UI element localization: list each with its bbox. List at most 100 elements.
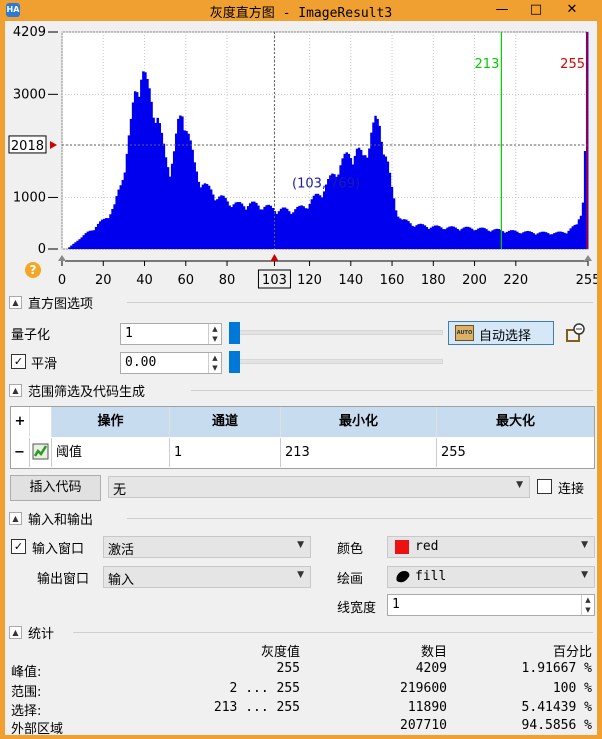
code-type-value: 无 (113, 483, 127, 498)
histogram-window: HA 灰度直方图 - ImageResult3 — □ ✕ 0 1000 3000 4… (0, 0, 602, 739)
auto-icon: AUTO (455, 325, 474, 341)
input-window-label: 输入窗口 (32, 542, 85, 557)
slider-thumb[interactable] (229, 322, 240, 344)
minimize-button[interactable]: — (486, 0, 518, 20)
stats-row-label: 外部区域 (11, 722, 64, 735)
section-io[interactable]: ▲ 输入和输出 (9, 510, 593, 528)
stats-row-count: 207710 (400, 718, 447, 733)
smooth-slider[interactable] (229, 351, 443, 373)
header-operation[interactable]: 操作 (52, 407, 170, 437)
cell-channel[interactable]: 1 (170, 438, 281, 467)
auto-select-label: 自动选择 (479, 329, 532, 344)
quantize-slider[interactable] (229, 322, 443, 344)
draw-value: fill (415, 569, 447, 584)
title-bar[interactable]: HA 灰度直方图 - ImageResult3 — □ ✕ (0, 0, 602, 21)
section-title: 范围筛选及代码生成 (28, 384, 146, 400)
slider-track (233, 359, 443, 364)
collapse-icon[interactable]: ▲ (9, 383, 22, 397)
x-tick-label: 220 (503, 273, 528, 288)
help-icon[interactable]: ? (25, 262, 41, 278)
threshold-label: 255 (560, 57, 585, 72)
stats-header-gray: 灰度值 (260, 645, 300, 660)
header-channel[interactable]: 通道 (170, 407, 281, 437)
line-width-spinbox[interactable]: 1 ▲ ▼ (387, 594, 595, 616)
color-select[interactable]: red ▼ (387, 536, 595, 558)
chevron-down-icon: ▼ (581, 570, 588, 580)
section-hist-options[interactable]: ▲ 直方图选项 (9, 294, 593, 312)
section-divider (191, 390, 593, 391)
remove-row-button[interactable]: − (11, 438, 30, 467)
y-marker-label: 2018 (11, 139, 44, 154)
cell-min[interactable]: 213 (281, 438, 437, 467)
profile-icon[interactable] (566, 321, 586, 343)
y-tick-label: 3000 (13, 87, 46, 102)
section-title: 输入和输出 (28, 512, 94, 528)
x-tick-label: 200 (462, 273, 487, 288)
insert-code-button[interactable]: 插入代码 (10, 475, 101, 501)
stats-row-percent: 5.41439 % (521, 700, 592, 715)
input-window-checkbox[interactable]: ✓ (11, 539, 26, 554)
section-title: 统计 (28, 626, 55, 642)
connect-checkbox[interactable] (537, 479, 552, 494)
threshold-label: 213 (475, 57, 500, 72)
chevron-down-icon: ▼ (297, 570, 304, 580)
draw-label: 绘画 (337, 572, 364, 587)
stats-row-percent: 100 % (552, 681, 592, 696)
color-label: 颜色 (337, 542, 364, 557)
stats-row-gray: 2 ... 255 (229, 681, 300, 696)
cell-operation[interactable]: 阈值 (52, 438, 170, 467)
color-value: red (415, 539, 439, 554)
x-tick-label: 0 (58, 273, 66, 288)
add-row-button[interactable]: + (11, 407, 30, 437)
client-area: 0 1000 3000 4209 2018 (103, 769) 213 255 0 20 40 60… (5, 21, 597, 735)
collapse-icon[interactable]: ▲ (9, 511, 22, 525)
x-tick-label: 80 (219, 273, 236, 288)
header-min[interactable]: 最小化 (281, 407, 437, 437)
stats-row-label: 峰值: (11, 665, 42, 680)
input-window-select[interactable]: 激活 ▼ (103, 536, 311, 558)
draw-select[interactable]: fill ▼ (387, 566, 595, 588)
quantize-spinbox[interactable]: 1 ▲ ▼ (120, 323, 222, 345)
spin-arrows-icon[interactable]: ▲ ▼ (581, 595, 594, 615)
slider-thumb[interactable] (229, 351, 240, 373)
x-cursor-marker (270, 254, 279, 261)
section-stats[interactable]: ▲ 统计 (9, 624, 593, 642)
header-spacer (30, 407, 52, 437)
collapse-icon[interactable]: ▲ (9, 625, 22, 639)
cell-max[interactable]: 255 (437, 438, 594, 467)
output-window-label: 输出窗口 (37, 572, 90, 587)
x-tick-label: 60 (177, 273, 194, 288)
y-tick-label: 0 (38, 242, 46, 257)
quantize-value: 1 (125, 326, 133, 341)
smooth-checkbox[interactable]: ✓ (11, 354, 26, 369)
header-max[interactable]: 最大化 (437, 407, 594, 437)
code-type-select[interactable]: 无 ▼ (108, 476, 530, 498)
quantize-label: 量子化 (11, 328, 51, 343)
close-button[interactable]: ✕ (556, 0, 588, 20)
x-tick-label: 180 (421, 273, 446, 288)
x-tick-label: 255 (576, 273, 597, 288)
line-width-label: 线宽度 (337, 601, 377, 616)
histogram-chart[interactable]: 0 1000 3000 4209 2018 (103, 769) 213 255 0 20 40 60… (5, 21, 597, 291)
section-divider (127, 302, 593, 303)
stats-row-count: 11890 (407, 700, 447, 715)
smooth-spinbox[interactable]: 0.00 ▲ ▼ (120, 352, 222, 374)
output-window-select[interactable]: 输入 ▼ (103, 566, 311, 588)
collapse-icon[interactable]: ▲ (9, 295, 22, 309)
section-range[interactable]: ▲ 范围筛选及代码生成 (9, 382, 593, 400)
spin-arrows-icon[interactable]: ▲ ▼ (208, 353, 221, 373)
section-title: 直方图选项 (28, 296, 94, 312)
range-table: + 操作 通道 最小化 最大化 − 阈值 1 213 255 (10, 406, 595, 469)
stats-row-gray: 255 (276, 661, 300, 676)
y-marker-arrow (50, 140, 57, 149)
stats-header-percent: 百分比 (552, 645, 592, 660)
spin-arrows-icon[interactable]: ▲ ▼ (208, 324, 221, 344)
fill-blob-icon (394, 569, 412, 589)
stats-row-percent: 94.5856 % (521, 718, 592, 733)
maximize-button[interactable]: □ (520, 0, 552, 20)
auto-select-button[interactable]: AUTO 自动选择 (448, 321, 554, 345)
connect-label: 连接 (558, 482, 585, 497)
y-tick-label: 1000 (13, 190, 46, 205)
threshold-row-icon (30, 438, 52, 467)
input-window-value: 激活 (108, 543, 135, 558)
